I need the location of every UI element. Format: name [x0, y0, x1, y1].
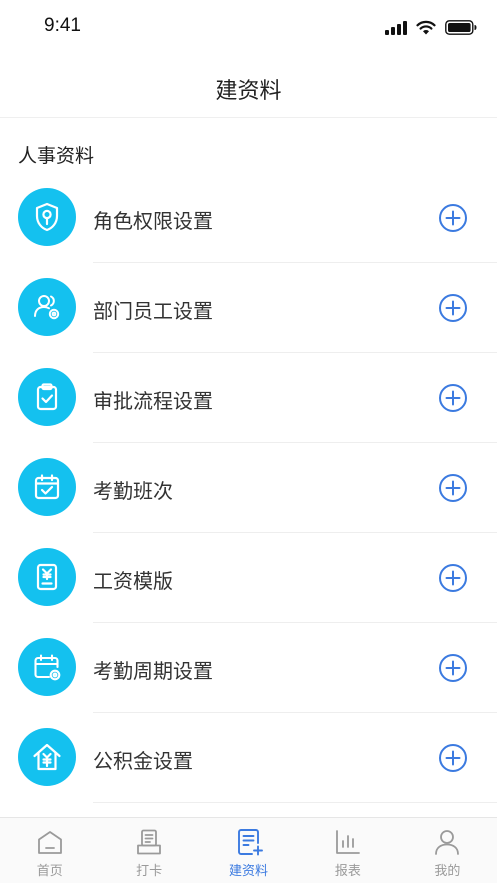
users-gear-icon [18, 278, 76, 336]
bar-chart-icon [333, 827, 363, 857]
punch-card-icon [134, 827, 164, 857]
status-icons [385, 20, 477, 35]
tab-label: 打卡 [136, 864, 163, 879]
tab-home[interactable]: 首页 [0, 818, 99, 883]
list-item-salary-template[interactable]: 工资模版 [0, 533, 497, 623]
page-title: 建资料 [215, 79, 282, 104]
tab-label: 我的 [434, 864, 461, 879]
list-item-attendance-cycle[interactable]: 考勤周期设置 [0, 623, 497, 713]
add-icon[interactable] [438, 293, 468, 323]
add-icon[interactable] [438, 563, 468, 593]
settings-list: 角色权限设置 部门员工设置 审批流程设置 考勤班次 工资模版 考勤周期设置 公积… [0, 173, 497, 803]
item-label: 审批流程设置 [93, 389, 213, 413]
add-icon[interactable] [438, 473, 468, 503]
salary-document-icon [18, 548, 76, 606]
add-icon[interactable] [438, 653, 468, 683]
calendar-gear-icon [18, 638, 76, 696]
tab-profile[interactable]: 我的 [398, 818, 497, 883]
tab-punch-card[interactable]: 打卡 [99, 818, 198, 883]
divider [93, 802, 497, 803]
item-label: 部门员工设置 [93, 299, 213, 323]
tab-create-data[interactable]: 建资料 [199, 818, 298, 883]
tab-label: 首页 [36, 864, 63, 879]
home-icon [35, 827, 65, 857]
battery-icon [445, 20, 477, 35]
create-document-icon [234, 827, 264, 857]
item-label: 考勤班次 [93, 479, 173, 503]
cellular-signal-icon [385, 20, 407, 35]
tab-reports[interactable]: 报表 [298, 818, 397, 883]
item-label: 角色权限设置 [93, 209, 213, 233]
profile-icon [432, 827, 462, 857]
tab-label: 报表 [334, 864, 361, 879]
status-time: 9:41 [44, 15, 81, 36]
tab-label: 建资料 [229, 864, 269, 879]
item-label: 公积金设置 [93, 749, 193, 773]
item-label: 考勤周期设置 [93, 659, 213, 683]
list-item-housing-fund[interactable]: 公积金设置 [0, 713, 497, 803]
shield-key-icon [18, 188, 76, 246]
wifi-icon [416, 20, 436, 35]
add-icon[interactable] [438, 383, 468, 413]
add-icon[interactable] [438, 743, 468, 773]
item-label: 工资模版 [93, 569, 173, 593]
house-yen-icon [18, 728, 76, 786]
list-item-department-staff[interactable]: 部门员工设置 [0, 263, 497, 353]
calendar-check-icon [18, 458, 76, 516]
list-item-role-permissions[interactable]: 角色权限设置 [0, 173, 497, 263]
add-icon[interactable] [438, 203, 468, 233]
list-item-approval-flow[interactable]: 审批流程设置 [0, 353, 497, 443]
navigation-bar: 建资料 [0, 56, 497, 118]
list-item-attendance-shifts[interactable]: 考勤班次 [0, 443, 497, 533]
section-title: 人事资料 [18, 145, 95, 167]
clipboard-check-icon [18, 368, 76, 426]
tab-bar: 首页 打卡 建资料 报表 我的 [0, 817, 497, 883]
status-bar: 9:41 [0, 0, 497, 56]
